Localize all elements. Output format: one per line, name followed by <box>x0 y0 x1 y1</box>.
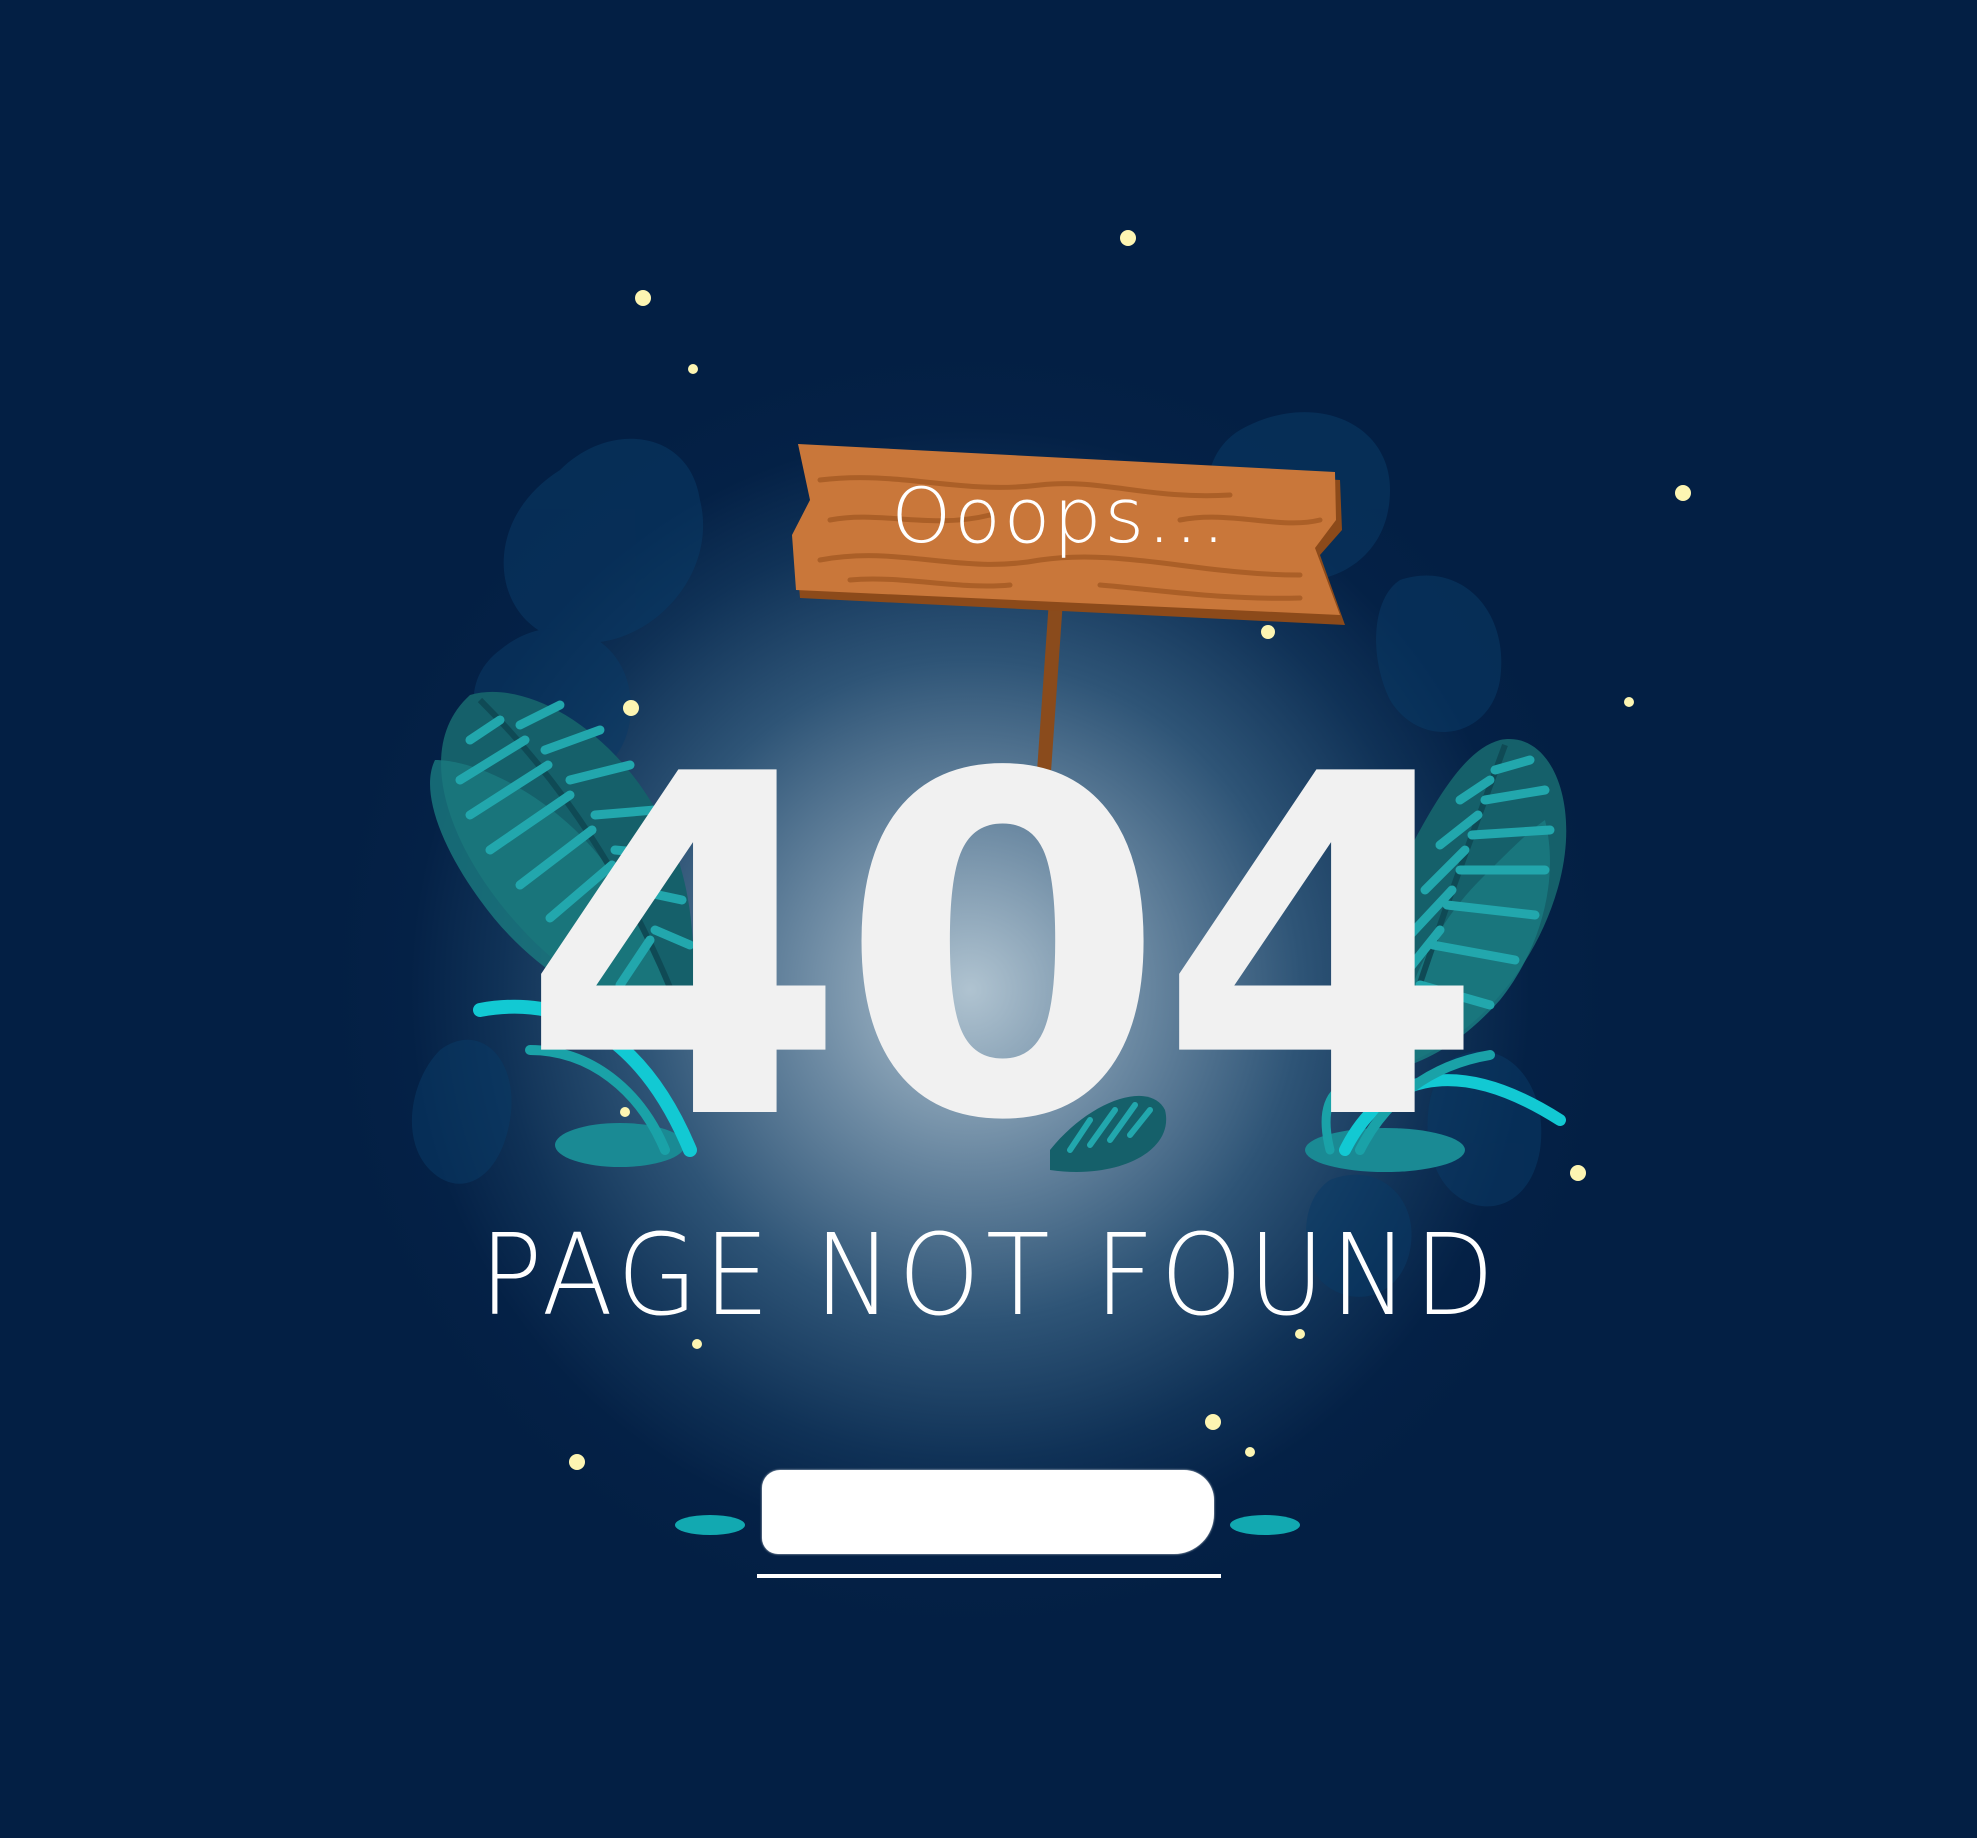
button-underline <box>757 1574 1221 1578</box>
error-404-page: Ooops... 404 PAGE NOT FOUND <box>0 0 1977 1838</box>
sign-text: Ooops... <box>891 471 1229 560</box>
error-code: 404 <box>520 676 1485 1223</box>
home-button[interactable] <box>762 1470 1214 1554</box>
error-message: PAGE NOT FOUND <box>479 1209 1501 1341</box>
